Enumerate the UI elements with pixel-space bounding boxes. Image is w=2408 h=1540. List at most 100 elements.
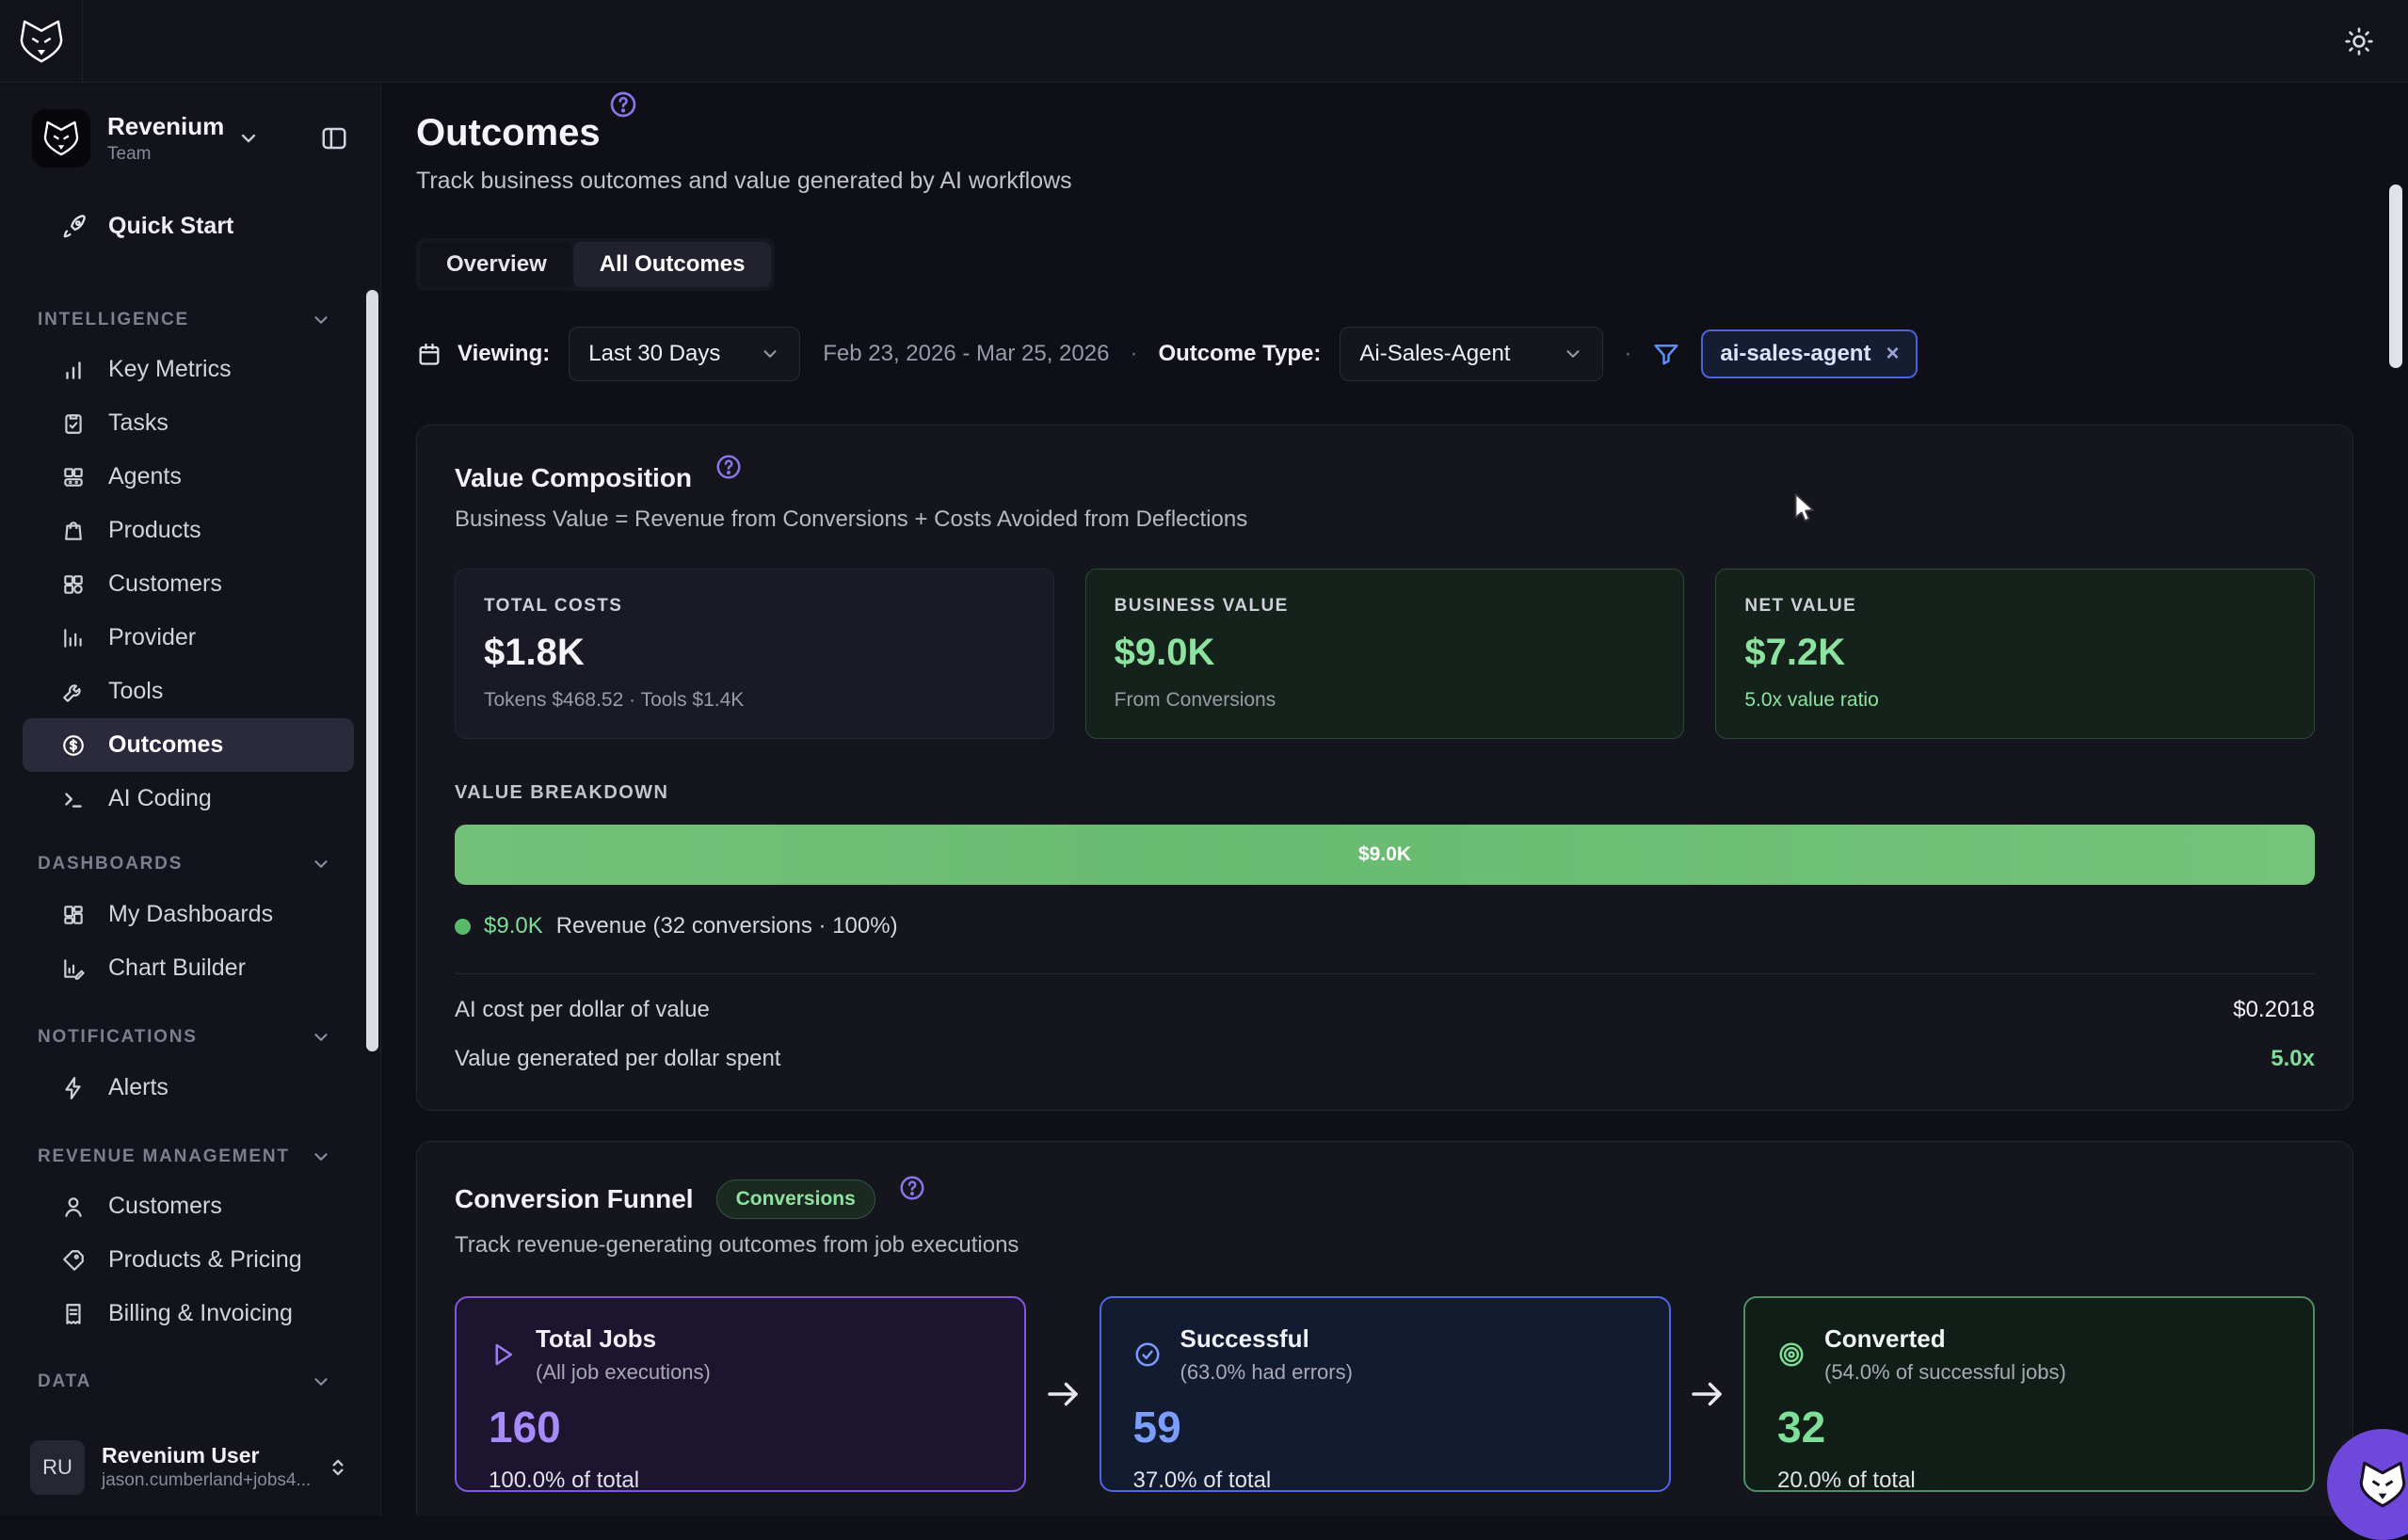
shopping-bag-icon: [60, 519, 86, 543]
arrow-right-icon: [1026, 1374, 1100, 1414]
wolf-logo-icon: [2356, 1458, 2408, 1511]
stat-total-costs: TOTAL COSTS $1.8K Tokens $468.52 · Tools…: [455, 569, 1054, 739]
date-range-text: Feb 23, 2026 - Mar 25, 2026: [823, 341, 1109, 367]
sidebar-item-tools[interactable]: Tools: [23, 665, 354, 718]
value-breakdown-legend: $9.0K Revenue (32 conversions · 100%): [455, 913, 2315, 939]
separator-dot: ·: [1624, 341, 1631, 367]
sidebar-item-my-dashboards[interactable]: My Dashboards: [23, 888, 354, 941]
sidebar-item-chart-builder[interactable]: Chart Builder: [23, 941, 354, 995]
filter-chip-ai-sales-agent[interactable]: ai-sales-agent ×: [1701, 329, 1918, 378]
play-icon: [489, 1324, 517, 1385]
sidebar-item-products[interactable]: Products: [23, 504, 354, 557]
section-notifications[interactable]: NOTIFICATIONS: [38, 1010, 331, 1065]
chevron-down-icon: [760, 344, 780, 364]
app-logo[interactable]: [0, 0, 83, 83]
user-icon: [60, 1195, 86, 1219]
theme-toggle-button[interactable]: [2344, 26, 2374, 56]
sidebar-item-key-metrics[interactable]: Key Metrics: [23, 343, 354, 396]
sidebar-item-quick-start[interactable]: Quick Start: [23, 199, 354, 253]
value-composition-subtitle: Business Value = Revenue from Conversion…: [455, 506, 2315, 533]
stats-row: TOTAL COSTS $1.8K Tokens $468.52 · Tools…: [455, 569, 2315, 739]
team-switcher[interactable]: Revenium Team: [32, 107, 348, 169]
chevron-down-icon: [1563, 344, 1583, 364]
tab-all-outcomes[interactable]: All Outcomes: [573, 242, 772, 287]
date-range-select[interactable]: Last 30 Days: [569, 327, 800, 381]
conversion-funnel-card: Conversion Funnel Conversions Track reve…: [416, 1141, 2353, 1516]
sidebar-scrollbar[interactable]: [366, 290, 378, 1051]
sidebar-item-alerts[interactable]: Alerts: [23, 1061, 354, 1115]
section-data[interactable]: DATA: [38, 1355, 331, 1409]
layout-grid-icon: [60, 572, 86, 597]
sidebar-item-customers-intelligence[interactable]: Customers: [23, 557, 354, 611]
outcome-type-label: Outcome Type:: [1158, 341, 1321, 367]
value-composition-title: Value Composition: [455, 463, 692, 493]
value-breakdown-label: VALUE BREAKDOWN: [455, 782, 2315, 804]
conversion-funnel-title: Conversion Funnel: [455, 1184, 694, 1214]
outcome-type-select[interactable]: Ai-Sales-Agent: [1340, 327, 1603, 381]
conversion-funnel-subtitle: Track revenue-generating outcomes from j…: [455, 1232, 2315, 1259]
section-revenue-management[interactable]: REVENUE MANAGEMENT: [38, 1130, 331, 1184]
funnel-row: Total Jobs (All job executions) 160 100.…: [455, 1296, 2315, 1492]
sidebar-item-products-pricing[interactable]: Products & Pricing: [23, 1233, 354, 1287]
close-icon[interactable]: ×: [1886, 341, 1899, 367]
filter-funnel-icon[interactable]: [1652, 340, 1680, 368]
page-scrollbar[interactable]: [2389, 184, 2402, 368]
legend-dot: [455, 919, 471, 935]
wrench-icon: [60, 680, 86, 704]
funnel-step-total-jobs: Total Jobs (All job executions) 160 100.…: [455, 1296, 1026, 1492]
chevron-down-icon: [311, 310, 331, 330]
sun-icon: [2344, 26, 2374, 56]
arrow-right-icon: [1671, 1374, 1744, 1414]
chevrons-up-down-icon: [326, 1455, 350, 1480]
stat-net-value: NET VALUE $7.2K 5.0x value ratio: [1715, 569, 2315, 739]
sidebar-item-label: Quick Start: [108, 213, 233, 240]
team-avatar: [32, 109, 90, 168]
user-email: jason.cumberland+jobs4...: [102, 1470, 311, 1492]
wolf-logo-icon: [17, 17, 66, 66]
sidebar-item-provider[interactable]: Provider: [23, 611, 354, 665]
value-composition-card: Value Composition Business Value = Reven…: [416, 425, 2353, 1111]
viewing-label: Viewing:: [458, 341, 550, 367]
clipboard-check-icon: [60, 411, 86, 436]
team-name: Revenium: [107, 113, 224, 141]
main-content: Outcomes Track business outcomes and val…: [382, 84, 2408, 1516]
funnel-step-converted: Converted (54.0% of successful jobs) 32 …: [1743, 1296, 2315, 1492]
separator-dot: ·: [1130, 341, 1137, 367]
divider: [455, 973, 2315, 974]
sidebar-item-agents[interactable]: Agents: [23, 450, 354, 504]
tab-bar: Overview All Outcomes: [416, 238, 775, 291]
team-type: Team: [107, 144, 224, 165]
rocket-icon: [62, 214, 88, 239]
zap-icon: [60, 1076, 86, 1100]
avatar: RU: [30, 1440, 85, 1495]
receipt-icon: [60, 1302, 86, 1326]
chevron-down-icon: [311, 854, 331, 874]
sidebar-item-outcomes[interactable]: Outcomes: [23, 718, 354, 772]
filter-bar: Viewing: Last 30 Days Feb 23, 2026 - Mar…: [416, 325, 2353, 383]
help-icon[interactable]: [898, 1174, 926, 1202]
chart-column-icon: [60, 626, 86, 650]
dollar-circle-icon: [60, 733, 86, 758]
chart-edit-icon: [60, 956, 86, 981]
section-dashboards[interactable]: DASHBOARDS: [38, 837, 331, 891]
terminal-icon: [60, 787, 86, 811]
stat-business-value: BUSINESS VALUE $9.0K From Conversions: [1085, 569, 1685, 739]
tab-overview[interactable]: Overview: [420, 242, 573, 287]
sidebar: Revenium Team Quick Start INTELLIGENCE: [0, 84, 381, 1516]
sidebar-item-billing-invoicing[interactable]: Billing & Invoicing: [23, 1287, 354, 1340]
chevron-down-icon: [311, 1372, 331, 1392]
calendar-icon: [416, 341, 442, 367]
chevron-down-icon: [311, 1147, 331, 1167]
section-intelligence[interactable]: INTELLIGENCE: [38, 293, 331, 347]
user-menu[interactable]: RU Revenium User jason.cumberland+jobs4.…: [19, 1432, 361, 1503]
user-name: Revenium User: [102, 1443, 311, 1469]
layout-dashboard-icon: [60, 903, 86, 927]
sidebar-item-tasks[interactable]: Tasks: [23, 396, 354, 450]
sidebar-item-ai-coding[interactable]: AI Coding: [23, 772, 354, 826]
wolf-logo-icon: [41, 119, 81, 158]
sidebar-item-customers-revenue[interactable]: Customers: [23, 1179, 354, 1233]
help-icon[interactable]: [608, 89, 638, 120]
sidebar-collapse-button[interactable]: [320, 124, 348, 152]
help-icon[interactable]: [714, 453, 743, 481]
check-circle-icon: [1133, 1324, 1162, 1385]
